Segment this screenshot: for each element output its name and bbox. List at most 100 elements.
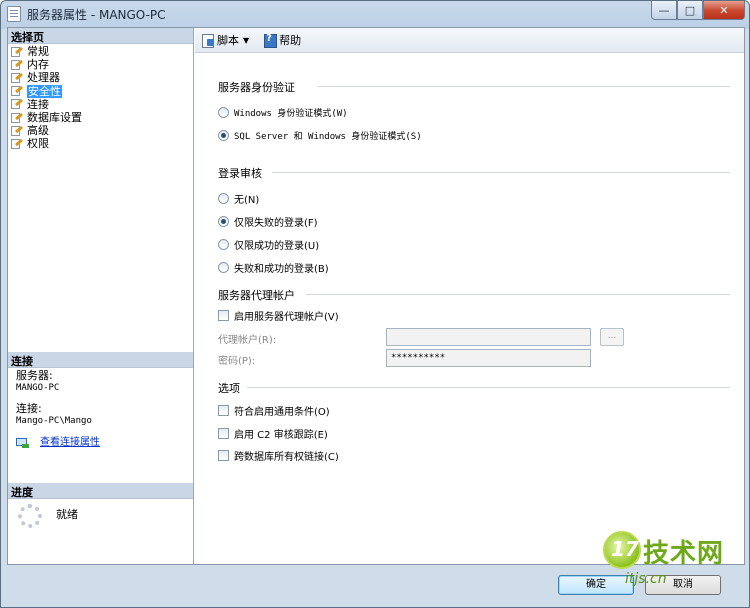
audit-both-radio[interactable]: 失败和成功的登录(B) (218, 260, 329, 275)
page-icon (10, 46, 24, 58)
progress-header: 进度 (8, 483, 193, 499)
audit-option-label: 仅限失败的登录(F) (234, 218, 318, 229)
server-value: MANGO-PC (16, 383, 60, 393)
dialog-window: 服务器属性 - MANGO-PC — □ ✕ 选择页 常规 内存 处理器 安全性… (0, 0, 750, 608)
page-item-memory[interactable]: 内存 (10, 58, 190, 71)
view-connection-properties[interactable]: 查看连接属性 (16, 437, 186, 449)
connection-header: 连接 (8, 352, 193, 368)
password-label: 密码(P): (218, 356, 256, 367)
enable-proxy-label: 启用服务器代理帐户(V) (234, 312, 339, 323)
script-button[interactable]: 脚本 ▼ (201, 32, 255, 48)
mixed-auth-radio[interactable]: SQL Server 和 Windows 身份验证模式(S) (218, 129, 422, 142)
close-icon: ✕ (719, 3, 729, 17)
connection-properties-icon (16, 437, 30, 449)
close-button[interactable]: ✕ (703, 1, 745, 20)
page-icon (10, 125, 24, 137)
page-label: 常规 (27, 45, 49, 59)
audit-option-label: 仅限成功的登录(U) (234, 241, 320, 252)
page-item-processor[interactable]: 处理器 (10, 71, 190, 84)
proxy-account-field[interactable] (386, 328, 591, 346)
divider (272, 172, 730, 173)
common-criteria-checkbox[interactable]: 符合启用通用条件(O) (218, 403, 330, 418)
script-icon (201, 33, 215, 48)
windows-auth-radio[interactable]: Windows 身份验证模式(W) (218, 106, 348, 119)
page-item-advanced[interactable]: 高级 (10, 124, 190, 137)
page-icon (10, 98, 24, 110)
radio-button[interactable] (218, 262, 229, 273)
divider (317, 86, 730, 87)
left-pane: 选择页 常规 内存 处理器 安全性 连接 数据库设置 高级 权限 连接 服务器:… (8, 28, 194, 564)
checkbox[interactable] (218, 450, 229, 461)
cross-db-chaining-checkbox[interactable]: 跨数据库所有权链接(C) (218, 448, 339, 463)
page-item-database-settings[interactable]: 数据库设置 (10, 111, 190, 124)
help-icon (263, 33, 278, 48)
page-item-security[interactable]: 安全性 (10, 84, 190, 98)
window-title: 服务器属性 - MANGO-PC (27, 8, 166, 22)
page-item-general[interactable]: 常规 (10, 45, 190, 58)
help-label: 帮助 (279, 34, 302, 47)
connection-label: 连接: (16, 402, 42, 415)
password-field[interactable]: ********** (386, 349, 591, 367)
select-page-header: 选择页 (8, 28, 193, 44)
checkbox[interactable] (218, 310, 229, 321)
audit-option-label: 失败和成功的登录(B) (234, 264, 329, 275)
audit-option-label: 无(N) (234, 195, 260, 206)
maximize-button[interactable]: □ (677, 1, 703, 20)
dialog-client: 选择页 常规 内存 处理器 安全性 连接 数据库设置 高级 权限 连接 服务器:… (7, 27, 745, 565)
option-label: 启用 C2 审核跟踪(E) (234, 430, 328, 441)
proxy-account-label: 代理帐户(R): (218, 335, 277, 346)
progress-area: 就绪 (16, 502, 186, 542)
toolbar: 脚本 ▼ 帮助 (195, 28, 744, 53)
window-controls: — □ ✕ (651, 1, 745, 21)
options-group-title: 选项 (218, 382, 240, 395)
help-button[interactable]: 帮助 (263, 32, 301, 48)
right-pane: 脚本 ▼ 帮助 服务器身份验证 Windows 身份验证模式(W) SQL Se… (195, 28, 744, 564)
windows-auth-label: Windows 身份验证模式(W) (234, 109, 348, 119)
watermark-logo-icon: 17 (603, 531, 641, 569)
connection-value: Mango-PC\Mango (16, 416, 92, 426)
browse-button[interactable]: ... (600, 328, 624, 346)
radio-button[interactable] (218, 239, 229, 250)
page-label: 连接 (27, 97, 49, 111)
page-label: 内存 (27, 58, 49, 72)
page-icon (10, 138, 24, 150)
page-item-permissions[interactable]: 权限 (10, 137, 190, 150)
page-list: 常规 内存 处理器 安全性 连接 数据库设置 高级 权限 (10, 45, 190, 151)
minimize-button[interactable]: — (651, 1, 677, 20)
radio-button[interactable] (218, 130, 229, 141)
page-icon (10, 112, 24, 124)
maximize-icon: □ (684, 3, 696, 17)
checkbox[interactable] (218, 428, 229, 439)
page-label: 权限 (27, 137, 49, 151)
page-label: 数据库设置 (27, 111, 82, 125)
script-label: 脚本 (217, 34, 239, 47)
connection-info: 服务器: MANGO-PC 连接: Mango-PC\Mango 查看连接属性 (16, 370, 186, 449)
audit-none-radio[interactable]: 无(N) (218, 191, 259, 206)
page-icon (10, 85, 24, 97)
radio-button[interactable] (218, 107, 229, 118)
audit-failed-radio[interactable]: 仅限失败的登录(F) (218, 214, 318, 229)
server-label: 服务器: (16, 369, 53, 382)
view-connection-properties-link[interactable]: 查看连接属性 (40, 437, 100, 449)
audit-success-radio[interactable]: 仅限成功的登录(U) (218, 237, 319, 252)
progress-spinner-icon (18, 504, 42, 528)
watermark-sub-text: itjs.cn (625, 571, 667, 587)
mixed-auth-label: SQL Server 和 Windows 身份验证模式(S) (234, 132, 422, 142)
page-item-connections[interactable]: 连接 (10, 98, 190, 111)
title-bar[interactable]: 服务器属性 - MANGO-PC — □ ✕ (1, 1, 749, 27)
page-icon (10, 72, 24, 84)
divider (306, 294, 730, 295)
enable-proxy-checkbox[interactable]: 启用服务器代理帐户(V) (218, 308, 339, 323)
checkbox[interactable] (218, 405, 229, 416)
c2-audit-checkbox[interactable]: 启用 C2 审核跟踪(E) (218, 426, 328, 441)
chevron-down-icon[interactable]: ▼ (243, 36, 249, 45)
watermark-main-text: 技术网 (643, 539, 725, 569)
radio-button[interactable] (218, 193, 229, 204)
watermark: 17 技术网 itjs.cn (603, 529, 749, 601)
progress-status: 就绪 (56, 508, 78, 521)
page-label: 高级 (27, 124, 49, 138)
page-label: 安全性 (27, 84, 62, 98)
document-icon (7, 6, 21, 22)
option-label: 符合启用通用条件(O) (234, 407, 330, 418)
radio-button[interactable] (218, 216, 229, 227)
